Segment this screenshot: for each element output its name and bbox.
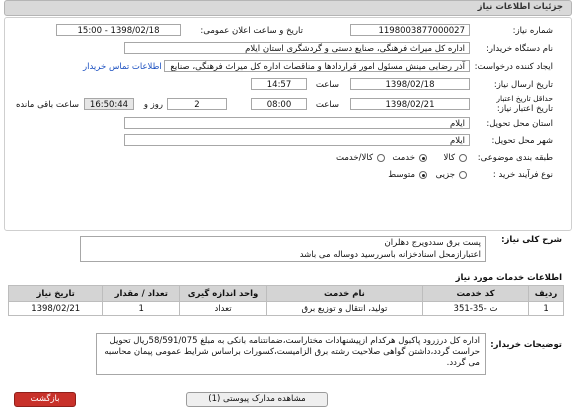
process-radio-medium[interactable]: [419, 171, 427, 179]
process-option-medium: متوسط: [388, 170, 415, 180]
services-header-row: تاریخ نیاز تعداد / مقدار واحد اندازه گیر…: [7, 285, 564, 302]
deadline-time-field[interactable]: 08:00: [251, 98, 307, 110]
page-title-bar: جزئیات اطلاعات نیاز: [4, 0, 572, 16]
send-time-field[interactable]: 14:57: [251, 78, 307, 90]
view-attachments-button[interactable]: مشاهده مدارک پیوستی (1): [186, 392, 328, 407]
category-radio-both[interactable]: [377, 154, 385, 162]
buyer-contact-link[interactable]: اطلاعات تماس خریدار: [83, 62, 162, 72]
col-service-code: کد خدمت: [421, 285, 530, 302]
cell-need-date: 1398/02/21: [7, 301, 104, 316]
process-label: نوع فرآیند خرید :: [492, 170, 553, 180]
description-field[interactable]: پست برق سددویرج دهلران اعتبارازمحل اسناد…: [80, 236, 486, 262]
category-radio-service[interactable]: [419, 154, 427, 162]
need-number-label: شماره نیاز:: [512, 26, 553, 36]
remaining-time-field: 16:50:44: [84, 98, 134, 110]
col-service-name: نام خدمت: [265, 285, 423, 302]
remaining-label: ساعت باقی مانده: [15, 100, 79, 110]
description-line-1: پست برق سددویرج دهلران: [384, 238, 481, 248]
description-line-2: اعتبارازمحل اسنادخزانه باسررسید دوساله م…: [299, 250, 481, 260]
col-unit: واحد اندازه گیری: [179, 285, 267, 302]
need-info-panel: شماره نیاز: 1198003877000027 تاریخ و ساع…: [4, 17, 572, 231]
return-button[interactable]: بازگشت: [14, 392, 76, 407]
deadline-time-label: ساعت: [315, 100, 339, 110]
send-date-field[interactable]: 1398/02/18: [350, 78, 470, 90]
col-row: ردیف: [528, 285, 564, 302]
tender-details-page: جزئیات اطلاعات نیاز شماره نیاز: 11980038…: [0, 0, 576, 407]
buyer-notes-field[interactable]: اداره کل درزرود پاکبول هرکدام ازپیشنهادا…: [96, 333, 486, 375]
table-row[interactable]: 1398/02/21 1 تعداد تولید، انتقال و توزیع…: [7, 301, 564, 316]
services-table: تاریخ نیاز تعداد / مقدار واحد اندازه گیر…: [7, 285, 564, 316]
category-option-service: خدمت: [392, 153, 415, 163]
cell-quantity: 1: [102, 301, 181, 316]
deadline-date-field[interactable]: 1398/02/21: [350, 98, 470, 110]
description-label: شرح کلی نیاز:: [501, 235, 562, 245]
category-radio-goods[interactable]: [459, 154, 467, 162]
process-option-minor: جزیی: [435, 170, 455, 180]
announce-label: تاریخ و ساعت اعلان عمومی:: [200, 26, 303, 36]
creator-field[interactable]: آذر رضایی مینش مسئول امور قراردادها و من…: [164, 60, 470, 72]
send-date-label: تاریخ ارسال نیاز:: [493, 80, 553, 90]
page-title: جزئیات اطلاعات نیاز: [477, 2, 563, 12]
delivery-city-label: شهر محل تحویل:: [491, 136, 553, 146]
cell-unit: تعداد: [179, 301, 267, 316]
announce-field[interactable]: 1398/02/18 - 15:00: [56, 24, 181, 36]
process-radio-minor[interactable]: [459, 171, 467, 179]
deadline-label: حداقل تاریخ اعتبار: [496, 94, 553, 103]
days-field[interactable]: 2: [167, 98, 227, 110]
delivery-province-label: استان محل تحویل:: [486, 119, 553, 129]
delivery-city-field[interactable]: ایلام: [124, 134, 470, 146]
category-option-goods: کالا: [443, 153, 455, 163]
creator-label: ایجاد کننده درخواست:: [474, 62, 553, 72]
cell-service-code: ت -35-351: [421, 301, 530, 316]
col-quantity: تعداد / مقدار: [102, 285, 181, 302]
cell-row: 1: [528, 301, 564, 316]
buyer-label: نام دستگاه خریدار:: [486, 44, 553, 54]
send-time-label: ساعت: [315, 80, 339, 90]
buyer-notes-label: توضیحات خریدار:: [490, 340, 562, 350]
delivery-province-field[interactable]: ایلام: [124, 117, 470, 129]
services-title: اطلاعات خدمات مورد نیاز: [455, 273, 562, 283]
buyer-field[interactable]: اداره کل میراث فرهنگی، صنایع دستی و گردش…: [124, 42, 470, 54]
category-option-both: کالا/خدمت: [336, 153, 373, 163]
days-label: روز و: [143, 100, 163, 110]
category-label: طبقه بندی موضوعی:: [477, 153, 553, 163]
col-need-date: تاریخ نیاز: [7, 285, 104, 302]
need-number-field[interactable]: 1198003877000027: [350, 24, 470, 36]
deadline-sublabel: تاریخ اعتبار نیاز:: [496, 104, 553, 114]
cell-service-name: تولید، انتقال و توزیع برق: [265, 301, 423, 316]
